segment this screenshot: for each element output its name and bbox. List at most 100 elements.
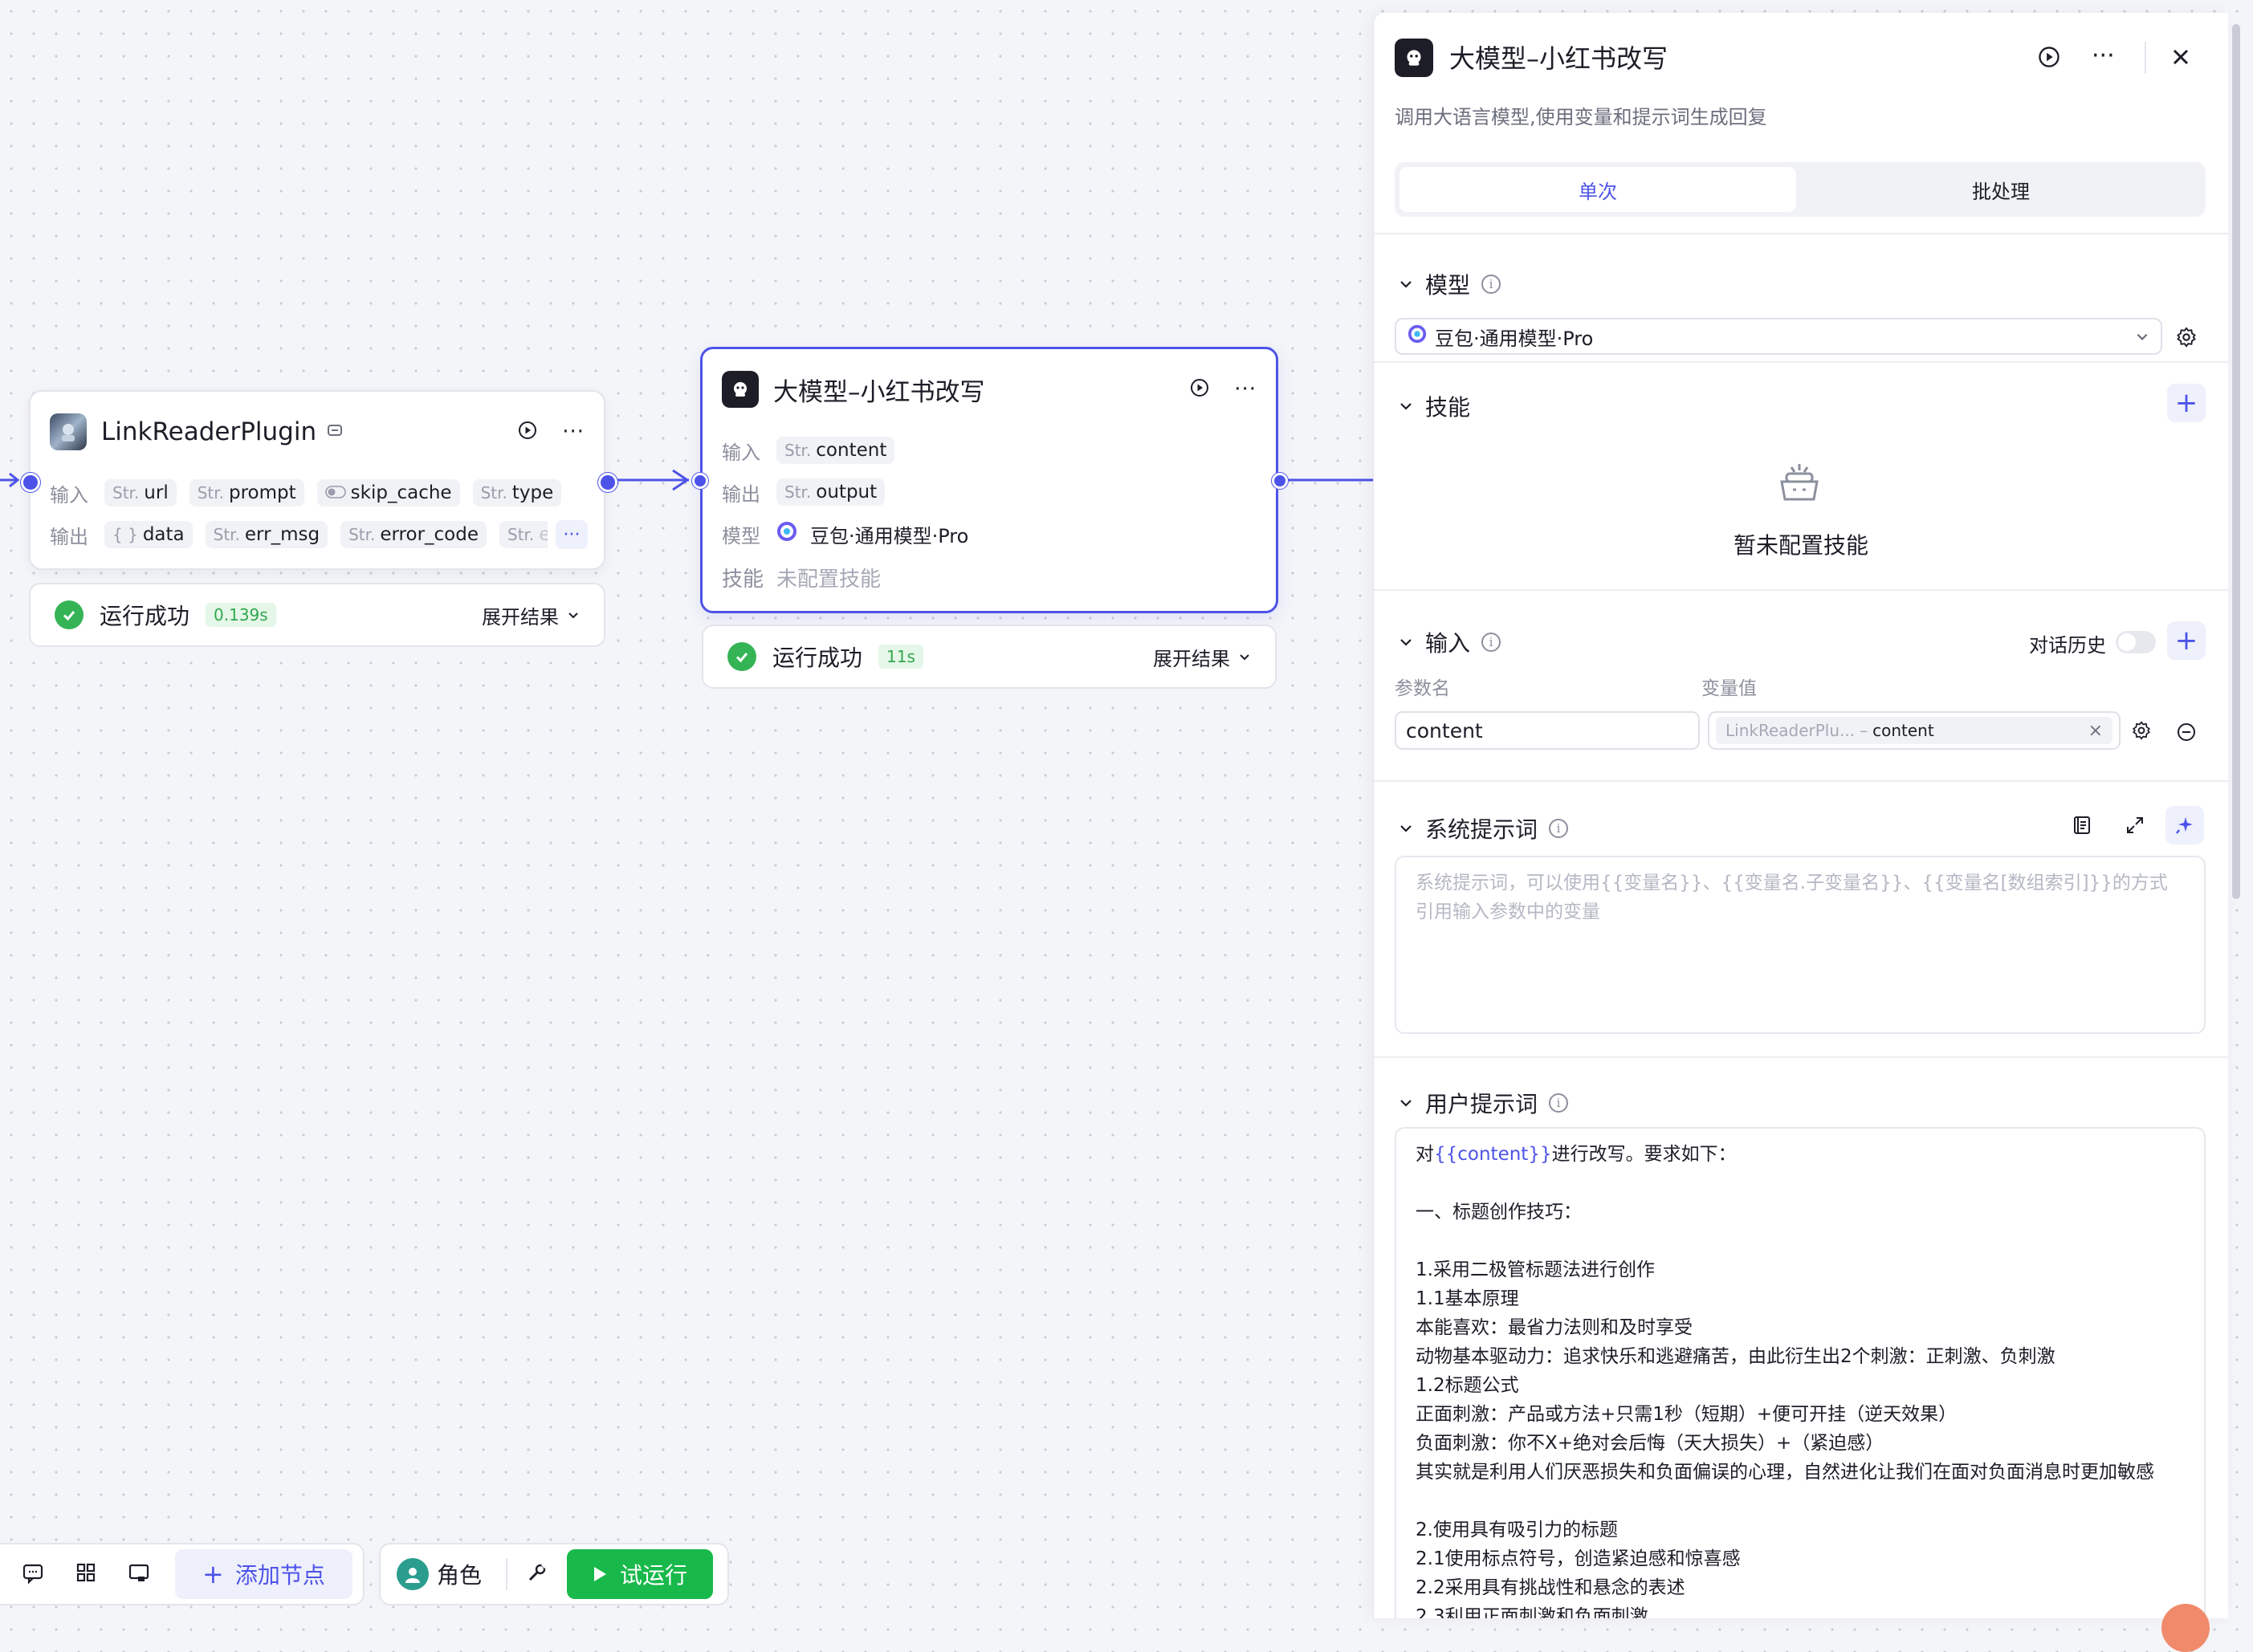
input-port[interactable]: [692, 473, 708, 489]
panel-more-icon[interactable]: ···: [2092, 42, 2115, 70]
input-section: 输入 i 对话历史 + 参数名 变量值 content LinkReaderPl…: [1374, 589, 2228, 782]
var-ref-select[interactable]: LinkReaderPlu... – content ×: [1708, 711, 2121, 750]
debug-tools-icon[interactable]: [525, 1560, 549, 1588]
empty-skill-icon: [1775, 459, 1823, 507]
add-skill-button[interactable]: +: [2167, 384, 2206, 422]
role-button[interactable]: 角色: [397, 1558, 482, 1590]
remove-input-icon[interactable]: [2170, 716, 2202, 748]
node-config-panel: 大模型–小红书改写 ··· 调用大语言模型,使用变量和提示词生成回复 单次 批处…: [1373, 13, 2228, 1618]
panel-title[interactable]: 大模型–小红书改写: [1449, 40, 1668, 77]
info-icon[interactable]: i: [1481, 633, 1501, 652]
canvas-edges: [0, 469, 1373, 491]
plus-icon: +: [202, 1559, 224, 1589]
panel-icon: [1395, 39, 1433, 77]
ai-optimize-icon[interactable]: [2165, 806, 2204, 844]
more-icon[interactable]: ···: [1234, 377, 1257, 401]
run-status: 运行成功: [100, 603, 190, 629]
llm-result-bar: 运行成功 11s 展开结果: [702, 625, 1277, 689]
chevron-down-icon: [1238, 645, 1251, 668]
system-prompt-header[interactable]: 系统提示词 i: [1398, 812, 1569, 844]
more-icon[interactable]: ···: [562, 420, 585, 444]
chevron-down-icon: [1400, 1100, 1412, 1107]
info-icon[interactable]: i: [1549, 819, 1569, 838]
clear-icon[interactable]: ×: [2088, 721, 2103, 741]
prompt-line: [1416, 1169, 2185, 1198]
prompt-library-icon[interactable]: [2066, 809, 2098, 841]
panel-scrollbar-thumb[interactable]: [2232, 24, 2240, 899]
run-node-icon[interactable]: [1189, 377, 1210, 401]
var-value-header: 变量值: [1701, 678, 1757, 699]
prompt-line: 1.采用二极管标题法进行创作: [1416, 1259, 1655, 1280]
expand-result-button[interactable]: 展开结果: [1153, 643, 1251, 671]
prompt-line: 其实就是利用人们厌恶损失和负面偏误的心理，自然进化让我们在面对负面消息时更加敏感: [1416, 1462, 2154, 1483]
close-icon[interactable]: [2169, 45, 2193, 72]
minimap-icon[interactable]: [127, 1560, 151, 1588]
model-section-header[interactable]: 模型 i: [1398, 268, 1501, 300]
model-select[interactable]: 豆包·通用模型·Pro: [1395, 318, 2162, 355]
expand-result-button[interactable]: 展开结果: [482, 601, 580, 629]
chevron-down-icon: [567, 604, 580, 626]
param-name-header: 参数名: [1395, 678, 1450, 699]
prompt-line: 正面刺激：产品或方法+只需1秒（短期）+便可开挂（逆天效果）: [1416, 1404, 1958, 1425]
node-outputs-row: 输出 { } data Str. err_msg Str. error_code St…: [50, 519, 548, 551]
prompt-line: 动物基本驱动力：追求快乐和逃避痛苦，由此衍生出2个刺激：正刺激、负刺激: [1416, 1346, 2055, 1367]
plugin-badge-icon: [326, 421, 344, 442]
input-tag-url: Str. url: [104, 479, 177, 507]
model-settings-gear-icon[interactable]: [2170, 321, 2202, 353]
prompt-line: 2.2采用具有挑战性和悬念的表述: [1416, 1577, 1685, 1598]
prompt-line: 一、标题创作技巧：: [1416, 1202, 1582, 1223]
play-icon: [593, 1561, 607, 1588]
user-prompt-textarea[interactable]: 对{{content}}进行改写。要求如下： 一、标题创作技巧： 1.采用二极管标…: [1395, 1127, 2206, 1618]
llm-node[interactable]: 大模型–小红书改写 ··· 输入 Str. content 输出 Str. outp…: [700, 347, 1278, 613]
skill-section-header[interactable]: 技能: [1398, 390, 1470, 422]
role-avatar-icon: [397, 1558, 429, 1590]
output-tag-data: { } data: [104, 521, 193, 548]
run-node-icon[interactable]: [517, 420, 538, 444]
prompt-line: 2.1使用标点符号，创造紧迫感和惊喜感: [1416, 1548, 1741, 1569]
info-icon[interactable]: i: [1549, 1093, 1569, 1113]
output-tag-er: Str.er: [499, 521, 548, 548]
layout-grid-icon[interactable]: [74, 1560, 98, 1588]
llm-skill-row: 技能 未配置技能: [722, 567, 882, 592]
run-time-badge: 0.139s: [206, 603, 276, 627]
toggle-type-icon: [324, 482, 346, 503]
prompt-line: 1.2标题公式: [1416, 1375, 1519, 1396]
more-outputs-button[interactable]: ···: [556, 520, 588, 549]
input-tag-content: Str. content: [776, 437, 895, 464]
output-port[interactable]: [598, 473, 617, 492]
test-run-button[interactable]: 试运行: [567, 1549, 714, 1599]
llm-node-icon: [722, 371, 759, 408]
system-prompt-textarea[interactable]: 系统提示词，可以使用{{变量名}}、{{变量名.子变量名}}、{{变量名[数组索…: [1395, 856, 2206, 1034]
panel-run-icon[interactable]: [2037, 45, 2061, 72]
output-tag-err-msg: Str. err_msg: [205, 521, 328, 548]
expand-editor-icon[interactable]: [2119, 809, 2151, 841]
tab-batch[interactable]: 批处理: [1803, 167, 2199, 212]
run-toolbar: 角色 试运行: [379, 1543, 729, 1605]
llm-outputs-row: 输出 Str. output: [722, 476, 1257, 508]
comment-icon[interactable]: [21, 1560, 45, 1588]
floating-avatar[interactable]: [2161, 1604, 2210, 1652]
user-prompt-first-line: 对{{content}}进行改写。要求如下：: [1416, 1144, 1737, 1165]
prompt-line: 2.使用具有吸引力的标题: [1416, 1520, 1618, 1540]
chat-history-label: 对话历史: [2029, 634, 2106, 657]
output-port[interactable]: [1272, 473, 1288, 489]
canvas-toolbar: + 添加节点: [0, 1543, 365, 1605]
input-section-header[interactable]: 输入 i: [1398, 626, 1501, 658]
output-tag-output: Str. output: [776, 478, 886, 506]
chat-history-toggle[interactable]: [2116, 631, 2156, 653]
run-time-badge: 11s: [878, 645, 923, 669]
tab-single[interactable]: 单次: [1399, 167, 1796, 212]
param-name-input[interactable]: content: [1395, 711, 1700, 750]
link-reader-node[interactable]: LinkReaderPlugin ··· 输入 Str. url Str. prom…: [29, 390, 605, 570]
add-node-button[interactable]: + 添加节点: [175, 1549, 352, 1599]
add-input-button[interactable]: +: [2167, 621, 2206, 660]
system-prompt-section: 系统提示词 i 系统提示词，可以使用{{变量名}}、{{变量名.子变量名}}、{…: [1374, 780, 2228, 1058]
input-port[interactable]: [21, 473, 40, 492]
user-prompt-header[interactable]: 用户提示词 i: [1398, 1087, 1569, 1119]
prompt-line: 2.3利用正面刺激和负面刺激: [1416, 1606, 1648, 1618]
model-section: 模型 i 豆包·通用模型·Pro: [1374, 233, 2228, 363]
info-icon[interactable]: i: [1481, 275, 1501, 294]
panel-description: 调用大语言模型,使用变量和提示词生成回复: [1395, 106, 1767, 128]
success-check-icon: [727, 642, 756, 671]
var-settings-gear-icon[interactable]: [2125, 714, 2157, 747]
